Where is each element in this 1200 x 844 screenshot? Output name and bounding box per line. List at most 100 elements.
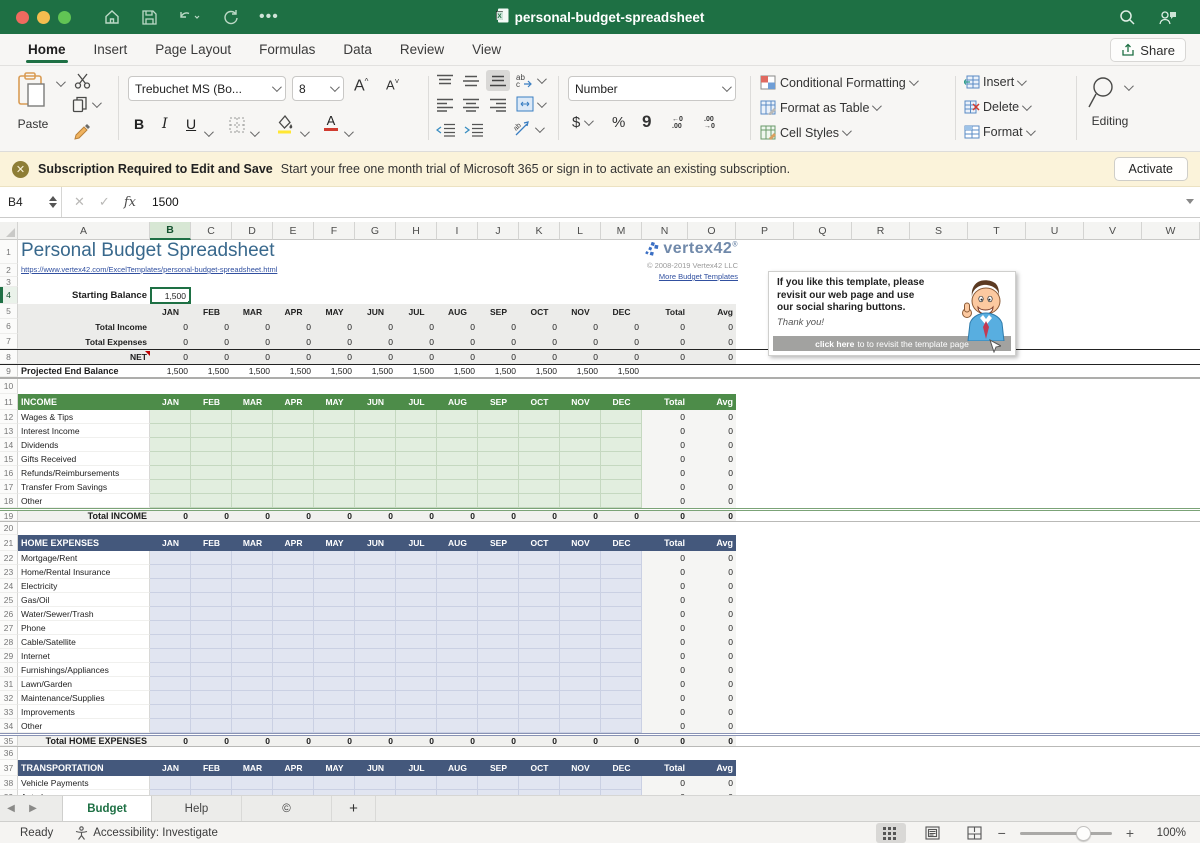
row-header-22[interactable]: 22 — [0, 551, 18, 565]
cell[interactable] — [642, 365, 688, 377]
month-cell[interactable] — [191, 719, 232, 733]
empty-cells[interactable] — [736, 535, 1200, 551]
month-cell[interactable] — [478, 593, 519, 607]
total-header[interactable]: Total — [642, 304, 688, 319]
formula-bar-expand-icon[interactable] — [1186, 199, 1194, 204]
add-sheet-button[interactable]: + — [332, 796, 376, 821]
month-cell[interactable] — [232, 635, 273, 649]
name-box-stepper[interactable] — [49, 196, 57, 208]
month-header[interactable]: JUN — [355, 304, 396, 319]
empty-cells[interactable] — [736, 776, 1200, 790]
month-header[interactable]: MAR — [232, 760, 273, 776]
column-header-L[interactable]: L — [560, 222, 601, 240]
month-cell[interactable] — [396, 776, 437, 790]
summary-value[interactable]: 0 — [560, 334, 601, 349]
month-cell[interactable] — [191, 663, 232, 677]
month-cell[interactable] — [355, 691, 396, 705]
font-name-select[interactable]: Trebuchet MS (Bo... — [128, 76, 286, 101]
projected-balance-value[interactable]: 1,500 — [437, 365, 478, 377]
cut-button[interactable] — [74, 72, 92, 95]
section-total-value[interactable]: 0 — [273, 736, 314, 746]
column-header-U[interactable]: U — [1026, 222, 1084, 240]
month-header[interactable]: NOV — [560, 760, 601, 776]
section-total-value[interactable]: 0 — [642, 511, 688, 521]
month-cell[interactable] — [437, 621, 478, 635]
item-total[interactable]: 0 — [642, 452, 688, 466]
row-header-21[interactable]: 21 — [0, 535, 18, 551]
item-total[interactable]: 0 — [642, 691, 688, 705]
starting-balance-label[interactable]: Starting Balance — [18, 287, 150, 304]
italic-button[interactable]: I — [162, 116, 168, 132]
month-header[interactable]: APR — [273, 760, 314, 776]
item-avg[interactable]: 0 — [688, 410, 736, 424]
column-header-J[interactable]: J — [478, 222, 519, 240]
month-cell[interactable] — [560, 494, 601, 508]
section-total-label[interactable]: Total INCOME — [18, 511, 150, 521]
column-header-O[interactable]: O — [688, 222, 736, 240]
month-cell[interactable] — [273, 424, 314, 438]
row-header-18[interactable]: 18 — [0, 494, 18, 508]
month-cell[interactable] — [478, 607, 519, 621]
row-header-13[interactable]: 13 — [0, 424, 18, 438]
total-header[interactable]: Total — [642, 394, 688, 410]
month-cell[interactable] — [232, 466, 273, 480]
month-cell[interactable] — [314, 635, 355, 649]
item-label[interactable]: Gifts Received — [18, 452, 150, 466]
month-cell[interactable] — [478, 691, 519, 705]
month-cell[interactable] — [191, 649, 232, 663]
month-cell[interactable] — [519, 494, 560, 508]
month-cell[interactable] — [232, 438, 273, 452]
month-header[interactable]: OCT — [519, 760, 560, 776]
month-cell[interactable] — [437, 776, 478, 790]
month-cell[interactable] — [478, 579, 519, 593]
section-total-value[interactable]: 0 — [355, 736, 396, 746]
month-cell[interactable] — [150, 579, 191, 593]
month-cell[interactable] — [437, 480, 478, 494]
item-avg[interactable]: 0 — [688, 677, 736, 691]
fill-color-dropdown[interactable] — [300, 124, 307, 142]
redo-button[interactable] — [222, 9, 239, 26]
section-total-value[interactable]: 0 — [519, 736, 560, 746]
month-cell[interactable] — [355, 635, 396, 649]
month-cell[interactable] — [191, 452, 232, 466]
section-total-value[interactable]: 0 — [519, 511, 560, 521]
empty-cells[interactable] — [736, 663, 1200, 677]
month-header[interactable]: OCT — [519, 535, 560, 551]
month-cell[interactable] — [273, 466, 314, 480]
decrease-decimal-button[interactable]: .00→0 — [704, 116, 715, 130]
increase-decimal-button[interactable]: ←0.00 — [672, 116, 683, 130]
month-cell[interactable] — [396, 565, 437, 579]
summary-value[interactable]: 0 — [601, 334, 642, 349]
month-cell[interactable] — [314, 621, 355, 635]
month-cell[interactable] — [437, 635, 478, 649]
month-cell[interactable] — [396, 466, 437, 480]
column-header-K[interactable]: K — [519, 222, 560, 240]
month-cell[interactable] — [150, 480, 191, 494]
month-header[interactable]: AUG — [437, 304, 478, 319]
month-cell[interactable] — [273, 438, 314, 452]
month-cell[interactable] — [437, 649, 478, 663]
item-total[interactable]: 0 — [642, 607, 688, 621]
month-cell[interactable] — [355, 663, 396, 677]
column-header-E[interactable]: E — [273, 222, 314, 240]
month-cell[interactable] — [396, 663, 437, 677]
row-header-11[interactable]: 11 — [0, 394, 18, 410]
month-cell[interactable] — [273, 565, 314, 579]
paste-button[interactable]: Paste — [16, 72, 50, 131]
minimize-window-button[interactable] — [37, 11, 50, 24]
row-header-16[interactable]: 16 — [0, 466, 18, 480]
month-cell[interactable] — [601, 776, 642, 790]
month-cell[interactable] — [519, 551, 560, 565]
month-cell[interactable] — [314, 438, 355, 452]
month-cell[interactable] — [150, 424, 191, 438]
month-header[interactable]: JUL — [396, 304, 437, 319]
month-cell[interactable] — [232, 593, 273, 607]
month-cell[interactable] — [601, 452, 642, 466]
summary-value[interactable]: 0 — [232, 334, 273, 349]
month-cell[interactable] — [150, 438, 191, 452]
zoom-in-button[interactable]: + — [1126, 825, 1134, 841]
projected-balance-value[interactable]: 1,500 — [273, 365, 314, 377]
month-cell[interactable] — [314, 705, 355, 719]
sheet-tab-budget[interactable]: Budget — [62, 796, 152, 821]
zoom-slider[interactable] — [1012, 832, 1120, 835]
